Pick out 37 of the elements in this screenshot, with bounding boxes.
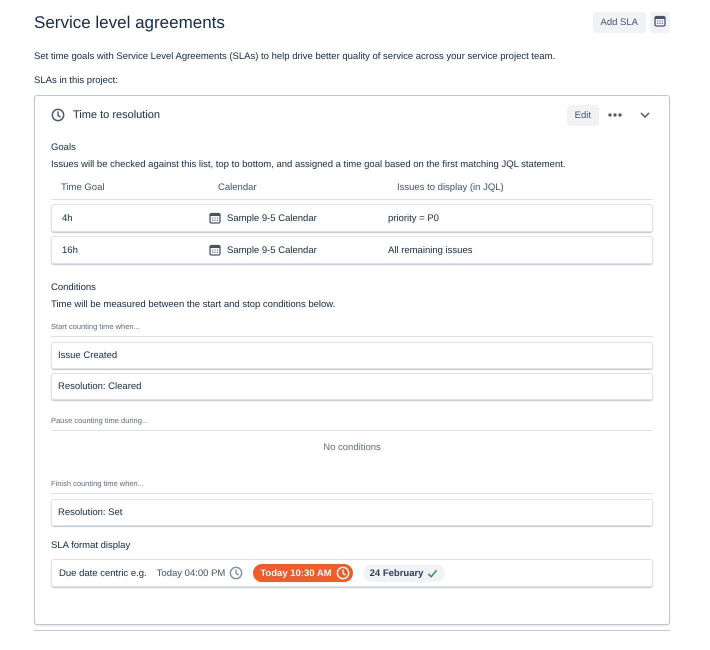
condition-item: Resolution: Cleared — [51, 373, 653, 400]
jql-query: priority = P0 — [388, 212, 440, 224]
due-time-example: Today 04:00 PM — [156, 566, 244, 580]
condition-item: Resolution: Set — [51, 499, 653, 526]
conditions-description: Time will be measured between the start and stop conditions below. — [51, 299, 336, 310]
time-goal: 16h — [62, 244, 79, 256]
condition-item: Issue Created — [51, 342, 653, 369]
calendar-icon — [654, 15, 666, 27]
calendar-name: Sample 9-5 Calendar — [227, 212, 317, 224]
sla-name: Time to resolution — [73, 109, 162, 121]
empty-conditions-text: No conditions — [322, 441, 382, 455]
check-icon — [427, 568, 438, 578]
calendar-icon — [209, 244, 221, 256]
overdue-lozenge: Today 10:30 AM — [253, 564, 353, 582]
format-heading: SLA format display — [51, 540, 132, 551]
column-header: Calendar — [218, 182, 258, 193]
edit-button[interactable]: Edit — [566, 104, 599, 126]
calendar-name: Sample 9-5 Calendar — [227, 244, 317, 256]
page-title: Service level agreements — [34, 12, 225, 32]
time-goal: 4h — [62, 212, 74, 224]
goals-description: Issues will be checked against this list, top to bottom, and assigned a time goal based on the first matching JQL statement. — [51, 159, 567, 170]
clock-icon — [336, 566, 350, 580]
clock-icon — [51, 108, 65, 122]
jql-query: All remaining issues — [388, 244, 474, 256]
sla-list-label: SLAs in this project: — [34, 75, 119, 86]
calendar-icon — [209, 212, 221, 224]
met-lozenge: 24 February — [362, 564, 446, 582]
more-icon[interactable] — [607, 112, 623, 118]
add-sla-button[interactable]: Add SLA — [592, 12, 646, 33]
calendar-button[interactable] — [650, 12, 670, 33]
conditions-heading: Conditions — [51, 282, 97, 293]
page-description: Set time goals with Service Level Agreements (SLAs) to help drive better quality of service across your service project team. — [34, 51, 556, 62]
clock-icon — [229, 566, 244, 580]
column-header: Issues to display (in JQL) — [397, 182, 505, 193]
format-label: Due date centric e.g. — [59, 568, 147, 578]
goals-heading: Goals — [51, 142, 77, 153]
column-header: Time Goal — [61, 182, 106, 193]
